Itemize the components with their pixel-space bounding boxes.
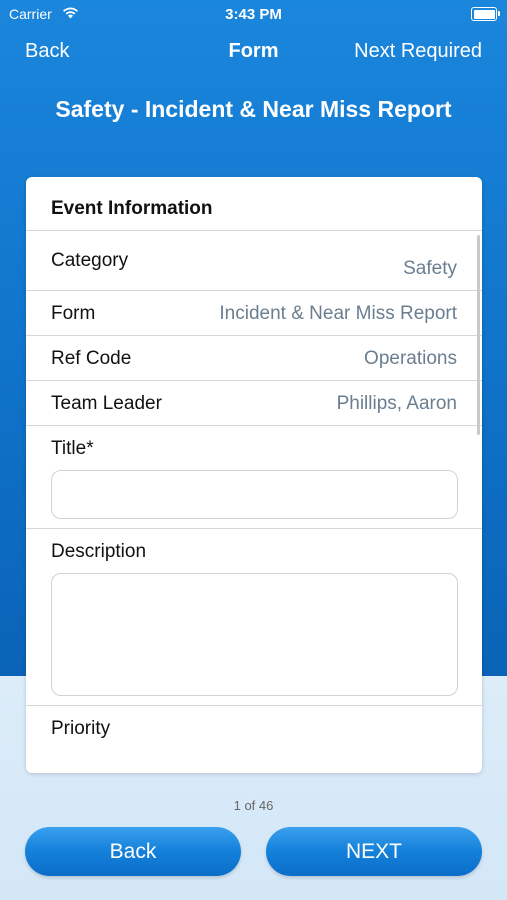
- category-label: Category: [51, 250, 129, 271]
- battery-icon: [471, 7, 500, 21]
- divider: [26, 230, 482, 231]
- page-title: Safety - Incident & Near Miss Report: [55, 96, 452, 122]
- back-button[interactable]: Back: [25, 827, 241, 876]
- divider: [26, 528, 482, 529]
- status-bar: Carrier 3:43 PM: [0, 0, 507, 30]
- form-card: Event Information Category Safety Form I…: [26, 177, 482, 773]
- next-required-button[interactable]: Next Required: [354, 40, 482, 63]
- category-value: Safety: [403, 258, 457, 279]
- next-button[interactable]: NEXT: [266, 827, 482, 876]
- ref-code-label: Ref Code: [51, 348, 132, 369]
- page-counter: 1 of 46: [233, 798, 274, 813]
- form-value: Incident & Near Miss Report: [219, 303, 457, 324]
- divider: [26, 380, 482, 381]
- nav-back-button[interactable]: Back: [25, 40, 69, 63]
- divider: [26, 425, 482, 426]
- section-header: Event Information: [51, 198, 213, 219]
- divider: [26, 335, 482, 336]
- team-leader-label: Team Leader: [51, 393, 162, 414]
- divider: [26, 290, 482, 291]
- description-field-label: Description: [51, 541, 147, 562]
- form-label: Form: [51, 303, 96, 324]
- priority-label[interactable]: Priority: [51, 718, 110, 740]
- title-input[interactable]: [51, 470, 458, 519]
- scrollbar[interactable]: [477, 235, 480, 435]
- ref-code-value: Operations: [364, 348, 457, 369]
- title-field-label: Title*: [51, 438, 94, 459]
- description-textarea[interactable]: [51, 573, 458, 696]
- clock: 3:43 PM: [225, 6, 282, 23]
- divider: [26, 705, 482, 706]
- team-leader-value: Phillips, Aaron: [336, 393, 457, 414]
